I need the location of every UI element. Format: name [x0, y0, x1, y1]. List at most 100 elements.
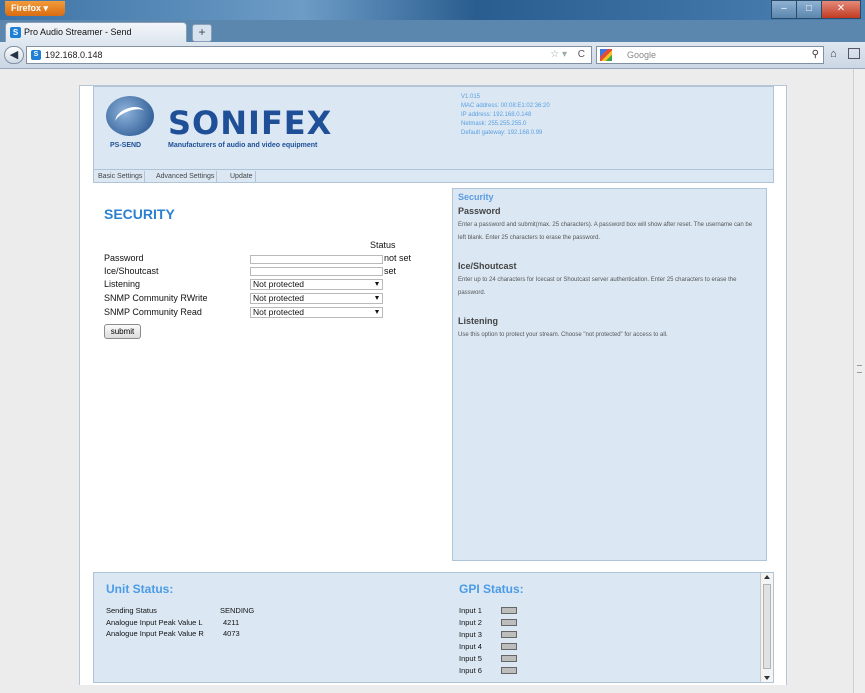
- star-icon[interactable]: ☆ ▾: [550, 49, 567, 60]
- back-button[interactable]: ◀: [4, 46, 24, 64]
- chevron-down-icon: [375, 282, 379, 286]
- maximize-button[interactable]: □: [796, 0, 822, 19]
- gpi-led-indicator: [501, 631, 517, 638]
- help-password-text: Enter a password and submit(max. 25 char…: [458, 222, 753, 241]
- sonifex-logo-icon: [106, 96, 154, 136]
- status-panel-scrollbar[interactable]: [760, 573, 773, 682]
- peak-l-label: Analogue Input Peak Value L: [106, 618, 203, 627]
- search-bar[interactable]: Google ⚲: [596, 46, 824, 64]
- gpi-led-indicator: [501, 655, 517, 662]
- gpi-led-indicator: [501, 643, 517, 650]
- tab-advanced-settings[interactable]: Advanced Settings: [154, 171, 218, 182]
- gpi-status-title: GPI Status:: [459, 582, 524, 596]
- search-engine-icon[interactable]: [600, 49, 612, 61]
- ice-shoutcast-label: Ice/Shoutcast: [104, 266, 159, 276]
- brand-name: SONIFEX: [168, 104, 333, 142]
- listening-select-value: Not protected: [253, 279, 305, 289]
- gpi-input-label: Input 3: [459, 630, 482, 639]
- help-ice-heading: Ice/Shoutcast: [458, 261, 517, 271]
- scrollbar-grip-icon: [857, 365, 862, 373]
- home-icon[interactable]: ⌂: [830, 48, 837, 60]
- gpi-input-label: Input 6: [459, 666, 482, 675]
- listening-label: Listening: [104, 279, 141, 289]
- close-window-button[interactable]: ✕: [821, 0, 861, 19]
- new-tab-button[interactable]: +: [192, 24, 212, 42]
- navigation-toolbar: ◀ S 192.168.0.148 ☆ ▾ C Google ⚲ ⌂: [0, 42, 865, 69]
- gpi-input-label: Input 1: [459, 606, 482, 615]
- scroll-up-icon[interactable]: [764, 575, 770, 579]
- chevron-down-icon: [375, 310, 379, 314]
- gpi-led-indicator: [501, 619, 517, 626]
- window-controls: – □ ✕: [771, 0, 861, 19]
- snmp-rwrite-select-value: Not protected: [253, 293, 305, 303]
- status-panel: Unit Status: Sending Status SENDING Anal…: [93, 572, 774, 683]
- ice-shoutcast-status: set: [384, 266, 397, 276]
- page-scrollbar[interactable]: [853, 69, 865, 693]
- minimize-button[interactable]: –: [771, 0, 797, 19]
- listening-select[interactable]: Not protected: [250, 279, 383, 290]
- firefox-menu-label: Firefox: [11, 3, 42, 13]
- window-titlebar: Firefox ▾ – □ ✕: [0, 0, 865, 20]
- firefox-menu-button[interactable]: Firefox ▾: [5, 1, 65, 16]
- gpi-led-indicator: [501, 667, 517, 674]
- scroll-down-icon[interactable]: [764, 676, 770, 680]
- tab-update[interactable]: Update: [228, 171, 256, 182]
- snmp-read-select-value: Not protected: [253, 307, 305, 317]
- submit-button[interactable]: submit: [104, 324, 141, 339]
- url-text: 192.168.0.148: [45, 50, 103, 60]
- password-label: Password: [104, 253, 144, 263]
- gpi-input-label: Input 4: [459, 642, 482, 651]
- tab-basic-settings[interactable]: Basic Settings: [96, 171, 146, 182]
- status-column-header: Status: [370, 240, 396, 250]
- page-title: SECURITY: [104, 206, 175, 222]
- help-panel: Security Password Enter a password and s…: [452, 188, 767, 561]
- page-header: SONIFEX PS-SEND Manufacturers of audio a…: [93, 86, 774, 170]
- reload-icon[interactable]: C: [578, 49, 585, 60]
- search-icon[interactable]: ⚲: [812, 49, 819, 60]
- mac-address: MAC address: 00:08:E1:02:36:20: [461, 103, 550, 109]
- snmp-rwrite-label: SNMP Community RWrite: [104, 293, 208, 303]
- ice-shoutcast-field[interactable]: [250, 267, 383, 276]
- netmask: Netmask: 255.255.255.0: [461, 121, 527, 127]
- site-identity-icon: S: [31, 50, 41, 60]
- gpi-led-indicator: [501, 607, 517, 614]
- site-favicon-icon: S: [10, 27, 21, 38]
- url-bar[interactable]: S 192.168.0.148 ☆ ▾ C: [26, 46, 592, 64]
- unit-status-title: Unit Status:: [106, 582, 174, 596]
- peak-l-value: 4211: [223, 618, 240, 627]
- unit-info: V1.015 MAC address: 00:08:E1:02:36:20 IP…: [461, 93, 550, 138]
- sending-status-label: Sending Status: [106, 606, 157, 615]
- ip-address: IP address: 192.168.0.148: [461, 112, 532, 118]
- sonifex-page: SONIFEX PS-SEND Manufacturers of audio a…: [79, 85, 787, 693]
- tab-strip: S Pro Audio Streamer - Send +: [0, 20, 865, 42]
- peak-r-label: Analogue Input Peak Value R: [106, 629, 204, 638]
- default-gateway: Default gateway: 192.168.0.99: [461, 130, 543, 136]
- help-password-heading: Password: [458, 206, 501, 216]
- password-field[interactable]: [250, 255, 383, 264]
- help-ice-text: Enter up to 24 characters for Icecast or…: [458, 277, 737, 296]
- help-title: Security: [458, 192, 494, 202]
- scroll-thumb[interactable]: [763, 584, 771, 669]
- model-name: PS-SEND: [110, 142, 142, 149]
- help-listening-heading: Listening: [458, 316, 498, 326]
- snmp-read-select[interactable]: Not protected: [250, 307, 383, 318]
- brand-tagline: Manufacturers of audio and video equipme…: [168, 142, 318, 149]
- help-listening-text: Use this option to protect your stream. …: [458, 332, 668, 338]
- back-arrow-icon: ◀: [9, 49, 19, 61]
- tab-title: Pro Audio Streamer - Send: [24, 27, 132, 37]
- bookmarks-icon[interactable]: [848, 48, 860, 59]
- gpi-input-label: Input 2: [459, 618, 482, 627]
- search-placeholder: Google: [627, 50, 657, 60]
- peak-r-value: 4073: [223, 629, 240, 638]
- chevron-down-icon: [375, 296, 379, 300]
- browser-tab[interactable]: S Pro Audio Streamer - Send: [5, 22, 187, 42]
- gpi-input-label: Input 5: [459, 654, 482, 663]
- firmware-version: V1.015: [461, 94, 481, 100]
- page-bottom-edge: [0, 685, 853, 693]
- snmp-read-label: SNMP Community Read: [104, 307, 202, 317]
- snmp-rwrite-select[interactable]: Not protected: [250, 293, 383, 304]
- page-viewport: SONIFEX PS-SEND Manufacturers of audio a…: [0, 69, 853, 693]
- sending-status-value: SENDING: [220, 606, 255, 615]
- password-status: not set: [384, 253, 412, 263]
- chevron-down-icon: ▾: [43, 3, 49, 13]
